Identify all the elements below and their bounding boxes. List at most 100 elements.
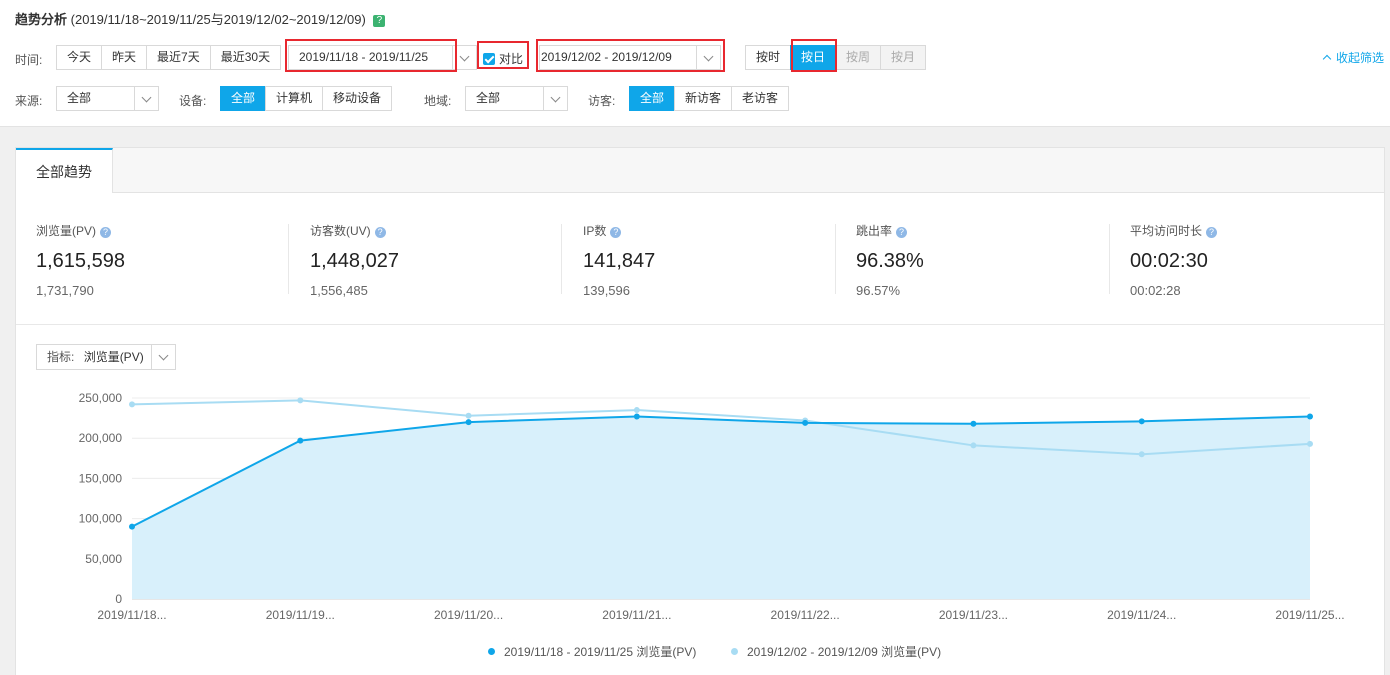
quick-range-group: 今天 昨天 最近7天 最近30天 — [56, 45, 282, 70]
legend-item-compare[interactable]: 2019/12/02 - 2019/12/09 浏览量(PV) — [731, 643, 941, 660]
y-tick-label: 0 — [115, 592, 122, 606]
data-point-compare — [970, 442, 977, 449]
trend-chart: 250,000 200,000 150,000 100,000 50,000 0 2019/… — [79, 391, 1345, 622]
data-point-current — [970, 420, 977, 427]
metric-avg-duration: 平均访问时长? 00:02:30 00:02:28 — [1130, 222, 1218, 298]
tab-overview[interactable]: 全部趋势 — [16, 148, 113, 193]
divider — [16, 324, 1384, 325]
metric-value: 141,847 — [583, 250, 656, 272]
metric-label: 访客数(UV) — [310, 224, 371, 238]
highlight-box — [477, 41, 529, 69]
chevron-up-icon — [1322, 54, 1332, 64]
legend-label: 2019/12/02 - 2019/12/09 浏览量(PV) — [747, 645, 942, 659]
metric-label: IP数 — [583, 224, 607, 238]
data-point-current — [1307, 413, 1313, 420]
source-value: 全部 — [67, 91, 92, 105]
metric-compare-value: 139,596 — [583, 283, 630, 298]
x-tick-label: 2019/11/20... — [434, 608, 503, 622]
visitor-returning-button[interactable]: 老访客 — [731, 86, 790, 111]
metric-uv: 访客数(UV)? 1,448,027 1,556,485 — [310, 222, 399, 298]
question-icon[interactable]: ? — [896, 227, 908, 238]
legend-label: 2019/11/18 - 2019/11/25 浏览量(PV) — [504, 645, 697, 659]
range-today-button[interactable]: 今天 — [56, 45, 103, 70]
data-point-current — [297, 437, 304, 444]
chevron-down-icon — [151, 345, 175, 369]
divider — [561, 224, 562, 294]
metric-label: 浏览量(PV) — [36, 224, 97, 238]
range-7days-button[interactable]: 最近7天 — [146, 45, 211, 70]
region-label: 地域: — [424, 94, 452, 108]
question-icon[interactable]: ? — [100, 227, 112, 238]
metric-bounce-rate: 跳出率? 96.38% 96.57% — [856, 222, 924, 298]
visitor-new-button[interactable]: 新访客 — [674, 86, 733, 111]
source-label: 来源: — [15, 94, 43, 108]
question-icon[interactable]: ? — [374, 227, 386, 238]
metric-label: 平均访问时长 — [1130, 224, 1203, 238]
x-tick-label: 2019/11/23... — [939, 608, 1008, 622]
series-area-current — [132, 416, 1310, 599]
y-tick-label: 200,000 — [79, 431, 123, 445]
x-tick-label: 2019/11/22... — [771, 608, 840, 622]
metric-ip: IP数? 141,847 139,596 — [583, 222, 656, 298]
granularity-week-button[interactable]: 按周 — [835, 45, 882, 70]
metric-compare-value: 1,731,790 — [36, 283, 94, 298]
divider — [288, 224, 289, 294]
data-point-compare — [1307, 440, 1313, 447]
tab-bar: 全部趋势 — [16, 148, 1384, 193]
metric-compare-value: 96.57% — [856, 283, 901, 298]
divider — [835, 224, 836, 294]
granularity-month-button[interactable]: 按月 — [880, 45, 927, 70]
metric-value: 1,615,598 — [36, 250, 125, 272]
data-point-compare — [1138, 451, 1145, 458]
metric-label: 跳出率 — [856, 224, 893, 238]
trend-card: 全部趋势 浏览量(PV)? 1,615,598 1,731,790 访客数(UV… — [15, 147, 1385, 675]
device-label: 设备: — [179, 94, 207, 108]
region-value: 全部 — [476, 91, 501, 105]
data-point-current — [802, 419, 809, 426]
data-point-compare — [297, 397, 304, 404]
page-title: 趋势分析 (2019/11/18~2019/11/25与2019/12/02~2… — [15, 9, 386, 28]
metric-value: 1,448,027 — [310, 250, 399, 272]
highlight-box — [536, 39, 725, 72]
indicator-value: 浏览量(PV) — [83, 350, 144, 364]
data-point-compare — [633, 407, 640, 414]
metric-compare-value: 1,556,485 — [310, 283, 368, 298]
time-label: 时间: — [15, 53, 43, 67]
chevron-down-icon — [543, 87, 567, 110]
metric-compare-value: 00:02:28 — [1130, 283, 1181, 298]
device-mobile-button[interactable]: 移动设备 — [322, 86, 393, 111]
visitor-all-button[interactable]: 全部 — [629, 86, 676, 111]
region-select[interactable]: 全部 — [465, 86, 568, 111]
collapse-filters-link[interactable]: 收起筛选 — [1322, 49, 1384, 66]
indicator-label: 指标: — [47, 350, 75, 364]
legend-dot-icon — [731, 648, 738, 655]
y-tick-label: 100,000 — [79, 512, 123, 526]
legend-item-current[interactable]: 2019/11/18 - 2019/11/25 浏览量(PV) — [488, 643, 696, 660]
metric-value: 00:02:30 — [1130, 250, 1208, 272]
metric-pv: 浏览量(PV)? 1,615,598 1,731,790 — [36, 222, 125, 298]
question-icon[interactable]: ? — [373, 15, 386, 27]
device-group: 全部 计算机 移动设备 — [220, 86, 393, 111]
y-tick-label: 150,000 — [79, 471, 123, 485]
data-point-current — [1138, 418, 1145, 425]
granularity-hour-button[interactable]: 按时 — [745, 45, 792, 70]
filter-panel: 趋势分析 (2019/11/18~2019/11/25与2019/12/02~2… — [0, 0, 1390, 127]
source-select[interactable]: 全部 — [56, 86, 159, 111]
question-icon[interactable]: ? — [610, 227, 622, 238]
indicator-select[interactable]: 指标: 浏览量(PV) — [36, 344, 176, 370]
device-all-button[interactable]: 全部 — [220, 86, 267, 111]
data-point-current — [633, 413, 640, 420]
x-tick-label: 2019/11/19... — [266, 608, 335, 622]
highlight-box — [791, 39, 837, 72]
visitor-group: 全部 新访客 老访客 — [629, 86, 790, 111]
range-30days-button[interactable]: 最近30天 — [209, 45, 282, 70]
divider — [1109, 224, 1110, 294]
range-yesterday-button[interactable]: 昨天 — [101, 45, 148, 70]
device-pc-button[interactable]: 计算机 — [265, 86, 324, 111]
x-tick-label: 2019/11/18... — [97, 608, 166, 622]
x-tick-label: 2019/11/21... — [602, 608, 671, 622]
question-icon[interactable]: ? — [1206, 227, 1218, 238]
y-tick-label: 250,000 — [79, 391, 123, 405]
highlight-box — [285, 39, 457, 72]
data-point-compare — [465, 412, 472, 419]
